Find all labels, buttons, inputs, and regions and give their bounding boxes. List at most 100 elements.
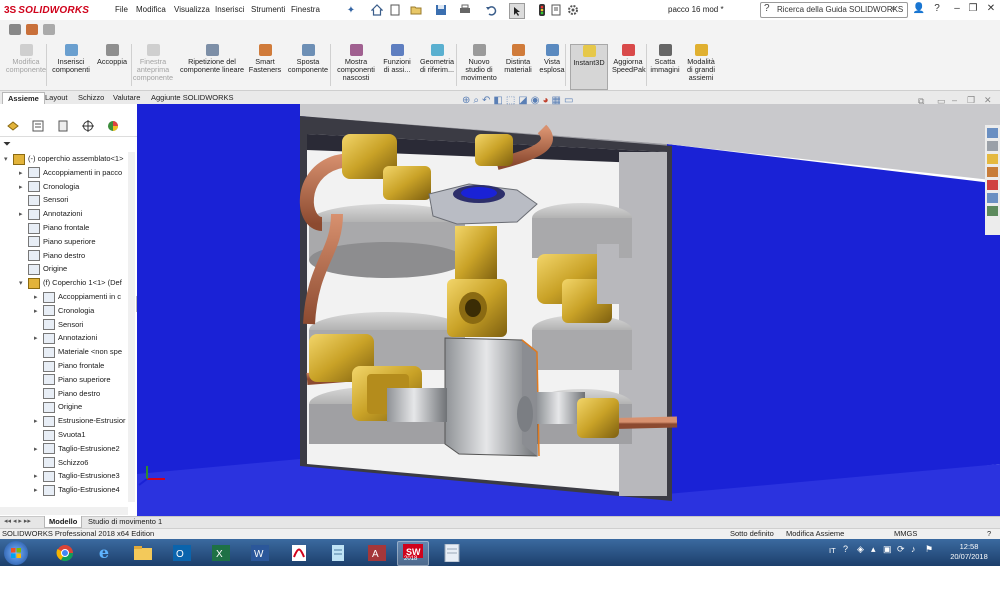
ribbon-button-8[interactable]: Funzioni di assi... — [380, 44, 414, 88]
tree-item[interactable]: Svuota1 — [34, 428, 86, 442]
save-icon[interactable] — [434, 3, 448, 17]
ribbon-button-1[interactable]: Inserisci componenti — [50, 44, 92, 88]
zoom-to-fit-icon[interactable]: ⊕ — [462, 95, 470, 107]
ribbon-button-13[interactable]: Instant3D — [570, 44, 608, 90]
select-arrow-icon[interactable] — [509, 3, 525, 19]
filter-icon[interactable]: ⏷ — [3, 139, 11, 150]
minimize-button[interactable]: – — [950, 3, 964, 17]
file-explorer-taskbar-icon[interactable] — [128, 541, 158, 564]
help-icon[interactable]: ? — [930, 3, 944, 17]
taskbar-clock[interactable]: 12:58 20/07/2018 — [944, 542, 994, 562]
hide-show-items-icon[interactable]: ◉ — [531, 95, 540, 107]
ribbon-button-2[interactable]: Accoppia — [95, 44, 129, 88]
tab-layout[interactable]: Layout — [40, 92, 73, 104]
ribbon-button-11[interactable]: Distinta materiali — [503, 44, 533, 88]
tree-item[interactable]: ▸ Accoppiamenti in pacco — [19, 166, 122, 180]
tree-item[interactable]: Piano frontale — [19, 221, 89, 235]
file-properties-icon[interactable] — [549, 3, 563, 17]
file-explorer-icon[interactable] — [987, 154, 998, 164]
tree-item[interactable]: ▾ (f) Coperchio 1<1> (Def — [19, 276, 122, 290]
viewport-tile-icon[interactable]: ⧉ — [918, 96, 924, 107]
menu-modifica[interactable]: Modifica — [136, 5, 166, 14]
ribbon-button-7[interactable]: Mostra componenti nascosti — [336, 44, 376, 88]
doc-restore-button[interactable]: ❐ — [967, 95, 975, 106]
start-button[interactable] — [4, 541, 28, 565]
tab-scroll-arrows[interactable]: ◂◂ ◂ ▸ ▸▸ — [4, 517, 31, 525]
tab-aggiunte[interactable]: Aggiunte SOLIDWORKS — [146, 92, 239, 104]
traffic-light-icon[interactable] — [535, 3, 549, 17]
tree-item[interactable]: ▸ Taglio-Estrusione4 — [34, 483, 120, 497]
tree-expander-icon[interactable]: ▾ — [4, 153, 13, 167]
user-icon[interactable]: 👤 — [912, 3, 926, 17]
tree-expander-icon[interactable]: ▸ — [34, 484, 43, 498]
ribbon-button-0[interactable]: Modifica componente — [4, 44, 48, 88]
menu-inserisci[interactable]: Inserisci — [215, 5, 244, 14]
section-view-icon[interactable]: ◧ — [493, 95, 502, 107]
tab-valutare[interactable]: Valutare — [108, 92, 145, 104]
volume-tray-icon[interactable]: ♪ — [911, 544, 916, 554]
menu-visualizza[interactable]: Visualizza — [174, 5, 210, 14]
graphics-area[interactable] — [137, 104, 1000, 516]
tree-item[interactable]: Piano frontale — [34, 359, 104, 373]
access-icon[interactable]: A — [362, 541, 392, 564]
configurationmanager-icon[interactable] — [56, 120, 72, 134]
sync-tray-icon[interactable]: ⟳ — [897, 544, 905, 555]
ribbon-button-4[interactable]: Ripetizione del componente lineare — [178, 44, 246, 88]
tree-item[interactable]: Piano superiore — [34, 373, 111, 387]
tree-horizontal-scrollbar[interactable] — [0, 507, 128, 515]
apply-scene-icon[interactable]: ▦ — [552, 95, 561, 107]
custom-properties-icon[interactable] — [987, 193, 998, 203]
menu-file[interactable]: File — [115, 5, 128, 14]
doc-minimize-button[interactable]: – — [952, 95, 957, 105]
camera-icon[interactable] — [9, 24, 21, 35]
tab-schizzo[interactable]: Schizzo — [73, 92, 109, 104]
tree-item[interactable]: ▸ Cronologia — [34, 304, 94, 318]
appearances-icon[interactable] — [987, 180, 998, 190]
language-indicator[interactable]: IT — [829, 546, 836, 555]
restore-button[interactable]: ❐ — [966, 3, 980, 17]
tree-item[interactable]: Materiale <non spe — [34, 345, 122, 359]
network-tray-icon[interactable]: ▣ — [883, 544, 892, 555]
display-style-icon[interactable]: ◪ — [518, 95, 527, 107]
menu-finestra[interactable]: Finestra — [291, 5, 320, 14]
ribbon-button-10[interactable]: Nuovo studio di movimento — [461, 44, 497, 88]
new-document-icon[interactable] — [388, 3, 402, 17]
document-window-icon[interactable] — [437, 541, 467, 564]
edit-appearance-icon[interactable]: ◕ — [542, 95, 548, 107]
tree-item[interactable]: Sensori — [34, 318, 83, 332]
tab-studio-movimento[interactable]: Studio di movimento 1 — [84, 516, 166, 527]
flag-tray-icon[interactable]: ⚑ — [925, 544, 933, 555]
tree-vertical-scrollbar[interactable] — [128, 152, 135, 502]
outlook-icon[interactable]: O — [167, 541, 197, 564]
tree-item[interactable]: ▸ Cronologia — [19, 180, 79, 194]
internet-explorer-icon[interactable]: e — [89, 541, 119, 564]
excel-icon[interactable]: X — [206, 541, 236, 564]
tree-item[interactable]: Piano superiore — [19, 235, 96, 249]
open-folder-icon[interactable] — [409, 3, 423, 17]
tree-item[interactable]: ▸ Annotazioni — [19, 207, 82, 221]
close-button[interactable]: ✕ — [984, 3, 998, 17]
design-library-icon[interactable] — [987, 141, 998, 151]
ribbon-button-5[interactable]: Smart Fasteners — [248, 44, 282, 88]
tool-icon[interactable] — [26, 24, 38, 35]
status-units[interactable]: MMGS — [894, 529, 917, 539]
tree-item[interactable]: ▸ Taglio-Estrusione3 — [34, 469, 120, 483]
ribbon-button-6[interactable]: Sposta componente — [285, 44, 331, 88]
tree-item[interactable]: ▾ (-) coperchio assemblato<1> — [4, 152, 123, 166]
help-tray-icon[interactable]: ? — [843, 544, 848, 554]
acrobat-icon[interactable] — [284, 541, 314, 564]
ribbon-button-14[interactable]: Aggiorna SpeedPak — [612, 44, 646, 88]
resources-icon[interactable] — [987, 128, 998, 138]
home-icon[interactable] — [370, 3, 384, 17]
doc-close-button[interactable]: ✕ — [984, 95, 992, 106]
pin-icon[interactable]: ✦ — [344, 3, 358, 17]
ribbon-button-15[interactable]: Scatta immagini — [650, 44, 680, 88]
view-palette-icon[interactable] — [987, 167, 998, 177]
dimxpert-icon[interactable] — [81, 120, 97, 134]
notepad-icon[interactable] — [323, 541, 353, 564]
propertymanager-icon[interactable] — [31, 120, 47, 134]
status-help-icon[interactable]: ? — [987, 529, 991, 539]
previous-view-icon[interactable]: ↶ — [482, 95, 490, 107]
zoom-area-icon[interactable]: ⌕ — [473, 95, 479, 107]
ribbon-button-16[interactable]: Modalità di grandi assiemi — [684, 44, 718, 88]
